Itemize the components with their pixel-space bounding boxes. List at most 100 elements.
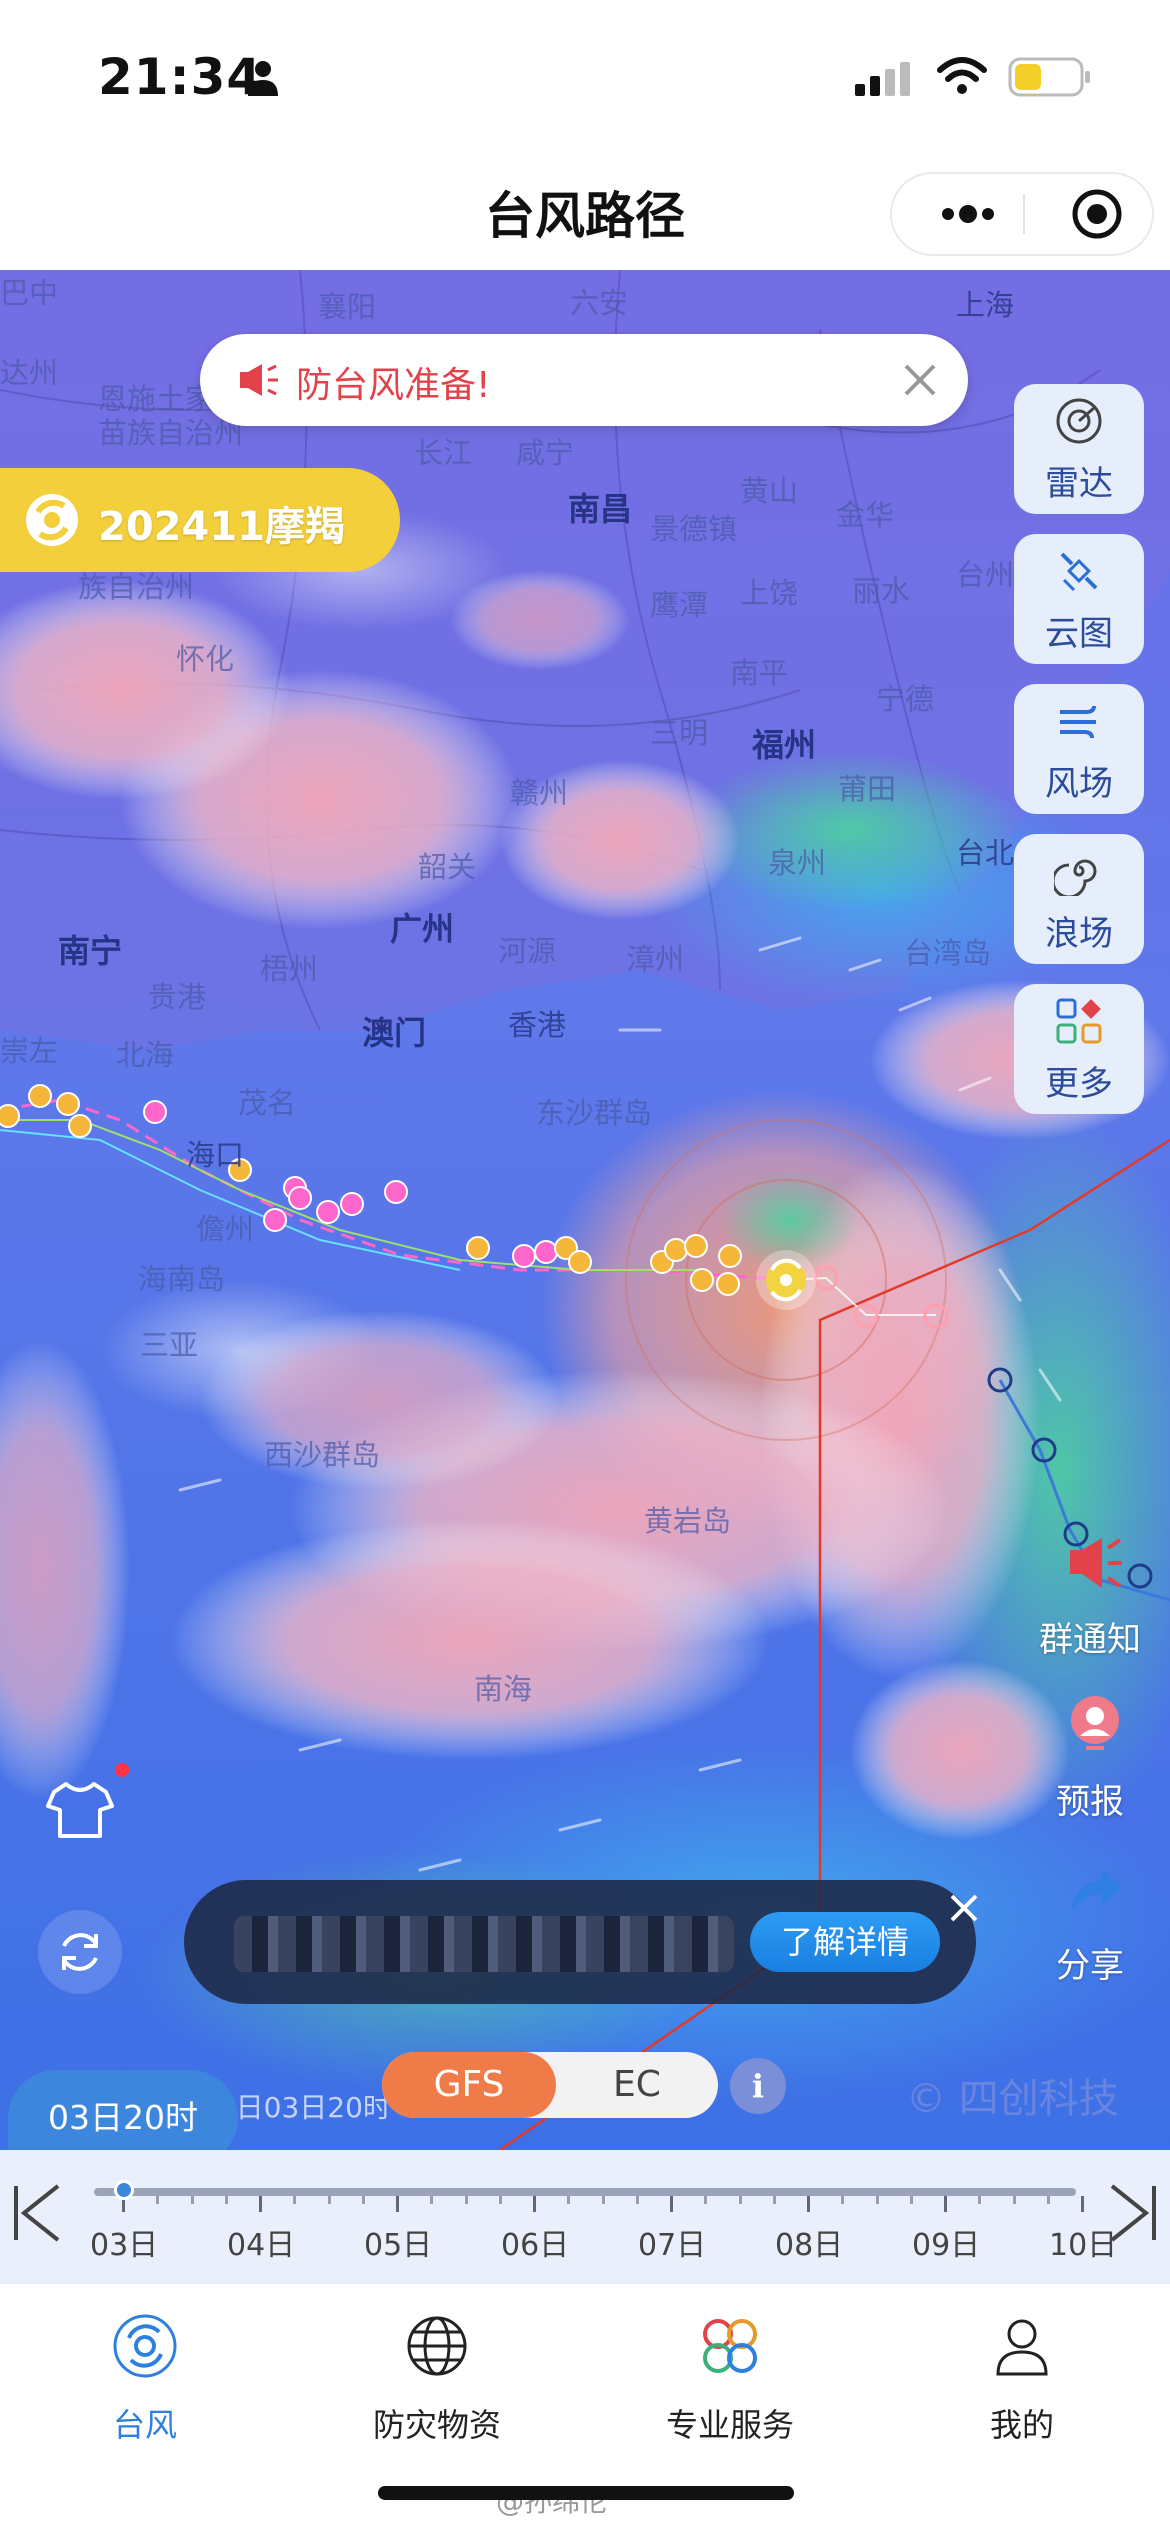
forecast-button[interactable]: 预报: [1020, 1688, 1170, 1838]
typhoon-name: 202411摩羯: [98, 504, 345, 550]
ad-banner[interactable]: 了解详情: [184, 1880, 976, 2004]
typhoon-current-icon[interactable]: [756, 1250, 816, 1310]
timeline-minor-tick: [1012, 2196, 1016, 2204]
city-label: 北海: [116, 1038, 175, 1072]
radar-label: 雷达: [1045, 464, 1113, 504]
more-layers-button[interactable]: 更多: [1014, 984, 1144, 1114]
tab-supplies[interactable]: 防灾物资: [337, 2304, 537, 2454]
play-next-icon[interactable]: [1106, 2180, 1160, 2246]
city-label: 巴中: [0, 276, 59, 310]
more-layers-label: 更多: [1045, 1064, 1113, 1104]
close-icon[interactable]: [942, 1886, 986, 1930]
city-label: 襄阳: [318, 290, 377, 324]
current-time-bubble: 03日20时: [8, 2070, 238, 2150]
status-time: 21:34: [98, 48, 263, 106]
timeline-minor-tick: [224, 2196, 228, 2204]
typhoon-icon: [113, 2314, 177, 2378]
close-target-icon[interactable]: [1042, 174, 1152, 254]
timeline-day-label: 07日: [638, 2228, 707, 2263]
tshirt-icon[interactable]: [40, 1770, 120, 1850]
cellular-signal-icon: [855, 62, 910, 96]
wave-field-button[interactable]: 浪场: [1014, 834, 1144, 964]
tab-mine[interactable]: 我的: [922, 2304, 1122, 2454]
share-arrow-icon: [1072, 1868, 1122, 1910]
timeline-minor-tick: [909, 2196, 913, 2204]
model-ec-button[interactable]: EC: [556, 2052, 718, 2118]
tab-typhoon[interactable]: 台风: [45, 2304, 245, 2454]
radar-button[interactable]: 雷达: [1014, 384, 1144, 514]
city-label: 景德镇: [650, 512, 738, 546]
timeline-minor-tick: [635, 2196, 639, 2204]
timeline-tick: [396, 2196, 399, 2212]
timeline-tick: [807, 2196, 810, 2212]
time-slider[interactable]: 03日 04日 05日 06日 07日 08日 09日 10日: [0, 2150, 1170, 2284]
timeline-day-label: 06日: [501, 2228, 570, 2263]
megaphone-icon: [1070, 1538, 1122, 1588]
city-label: 南平: [730, 656, 789, 690]
capsule-divider: [1023, 194, 1025, 234]
timeline-knob[interactable]: [114, 2180, 134, 2200]
satellite-button[interactable]: 云图: [1014, 534, 1144, 664]
wave-field-label: 浪场: [1045, 914, 1113, 954]
timeline-minor-tick: [772, 2196, 776, 2204]
city-label: 南昌: [568, 490, 633, 528]
city-label: 儋州: [196, 1212, 255, 1246]
city-label: 崇左: [0, 1034, 59, 1068]
timeline-track[interactable]: [94, 2188, 1076, 2196]
group-notify-button[interactable]: 群通知: [1020, 1526, 1170, 1676]
close-icon[interactable]: [900, 360, 940, 400]
city-label: 海南岛: [138, 1262, 226, 1296]
city-label: 广州: [390, 910, 455, 948]
timeline-minor-tick: [841, 2196, 845, 2204]
typhoon-alert-banner[interactable]: 防台风准备!: [200, 334, 968, 426]
forecaster-icon: [1071, 1696, 1119, 1750]
timeline-minor-tick: [978, 2196, 982, 2204]
satellite-label: 云图: [1045, 614, 1113, 654]
city-label: 莆田: [838, 772, 897, 806]
city-label: 上饶: [740, 576, 799, 610]
city-label: 贵港: [148, 980, 207, 1014]
satellite-icon: [1060, 552, 1098, 592]
tab-typhoon-label: 台风: [112, 2406, 177, 2444]
city-label: 赣州: [510, 776, 569, 810]
timeline-minor-tick: [190, 2196, 194, 2204]
nav-header: 台风路径: [0, 150, 1170, 270]
timeline-tick: [259, 2196, 262, 2212]
learn-more-button[interactable]: 了解详情: [750, 1912, 940, 1972]
ad-image-blurred: [234, 1916, 734, 1972]
city-label: 台湾岛: [904, 936, 992, 970]
city-label: 上海: [956, 288, 1015, 322]
alert-text: 防台风准备!: [296, 365, 491, 406]
city-label: 西沙群岛: [264, 1438, 381, 1472]
share-button[interactable]: 分享: [1020, 1852, 1170, 2002]
play-previous-icon[interactable]: [10, 2180, 64, 2246]
refresh-button[interactable]: [38, 1910, 122, 1994]
city-label: 台北: [956, 836, 1015, 870]
timeline-minor-tick: [430, 2196, 434, 2204]
info-icon[interactable]: i: [730, 2058, 786, 2114]
grid-more-icon: [1056, 998, 1102, 1044]
tab-pro-service-label: 专业服务: [665, 2406, 794, 2444]
city-label: 东沙群岛: [536, 1096, 653, 1130]
city-label: 宁德: [876, 682, 935, 716]
typhoon-selector[interactable]: 202411摩羯: [0, 468, 400, 572]
typhoon-map[interactable]: 巴中 襄阳 六安 上海 达州 杭 恩施土家族 苗族自治州 长江 咸宁 南昌 黄山…: [0, 270, 1170, 2150]
status-bar: 21:34: [0, 0, 1170, 150]
city-label: 南海: [474, 1672, 533, 1706]
home-indicator[interactable]: [378, 2486, 794, 2500]
model-gfs-button[interactable]: GFS: [382, 2052, 556, 2118]
tab-pro-service[interactable]: 专业服务: [630, 2304, 830, 2454]
more-dots-icon[interactable]: [912, 174, 1022, 254]
city-label: 三亚: [140, 1328, 199, 1362]
megaphone-icon: [240, 364, 278, 396]
wind-field-button[interactable]: 风场: [1014, 684, 1144, 814]
city-label: 香港: [508, 1008, 567, 1042]
city-label: 梧州: [260, 952, 319, 986]
typhoon-icon: [26, 494, 78, 546]
user-icon: [996, 2319, 1048, 2376]
share-label: 分享: [1056, 1946, 1124, 1986]
city-label: 南宁: [58, 932, 123, 970]
mini-program-capsule: [890, 172, 1154, 256]
city-label: 咸宁: [516, 436, 575, 470]
city-label: 黄岩岛: [644, 1504, 732, 1538]
